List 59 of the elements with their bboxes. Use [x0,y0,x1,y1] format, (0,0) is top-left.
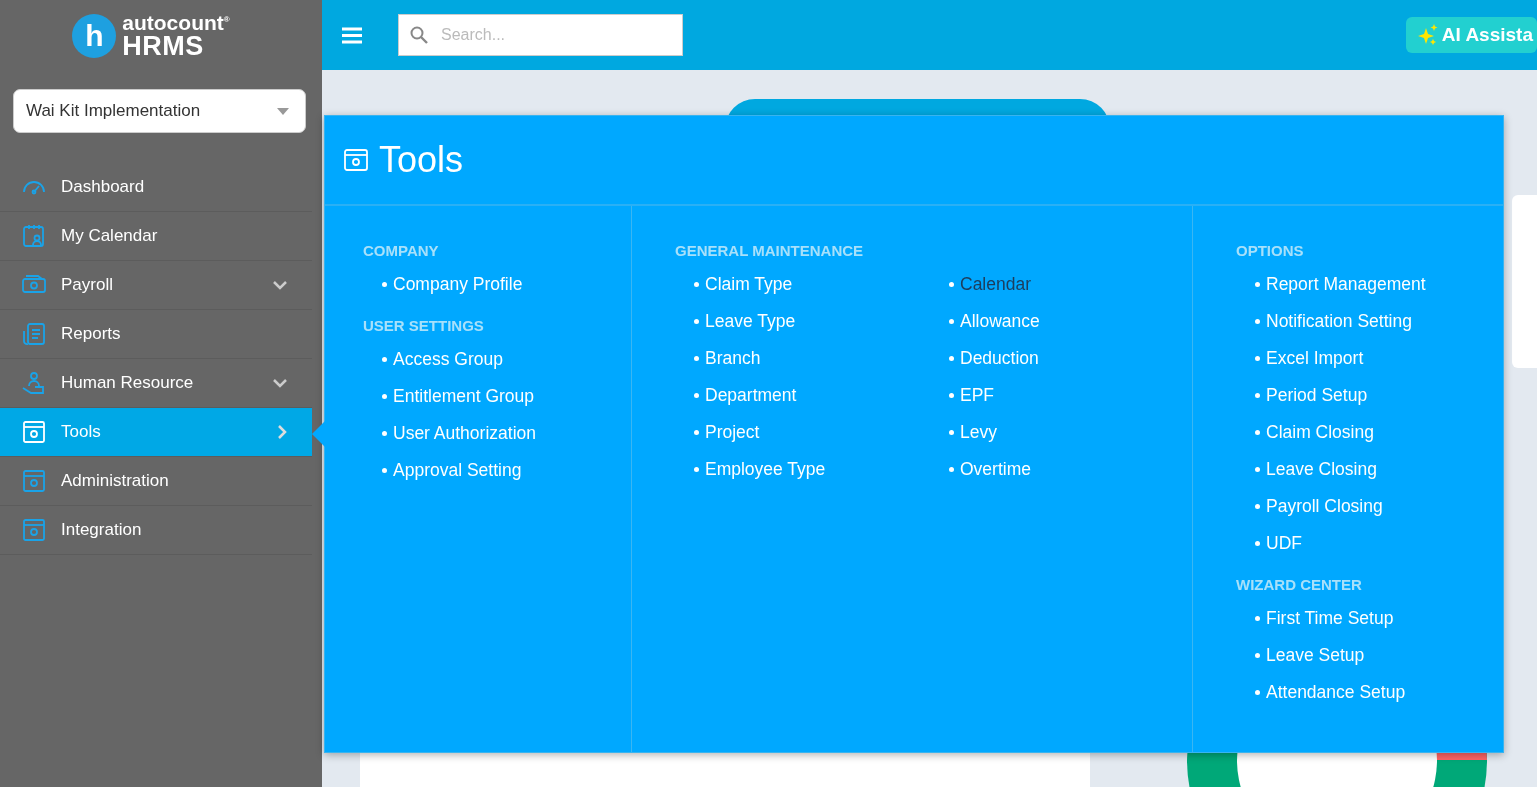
gear-window-icon [21,419,47,445]
document-icon [21,321,47,347]
sidebar-item[interactable]: Administration [0,457,312,506]
menu-link[interactable]: Payroll Closing [1255,495,1503,517]
calendar-icon [21,223,47,249]
menu-link[interactable]: Project [694,421,949,443]
section-heading: COMPANY [363,242,440,259]
registered-mark: ® [223,15,230,24]
menu-link[interactable]: Department [694,384,949,406]
menu-link[interactable]: Period Setup [1255,384,1503,406]
section-heading: GENERAL MAINTENANCE [675,242,865,259]
sparkle-icon [1417,24,1438,46]
gear-window-icon [21,517,47,543]
menu-link[interactable]: Overtime [949,458,1199,480]
sidebar-item[interactable]: Dashboard [0,163,312,212]
menu-link[interactable]: User Authorization [382,422,631,444]
menu-link[interactable]: Calendar [949,273,1199,295]
menu-link[interactable]: Leave Type [694,310,949,332]
gear-window-icon [21,468,47,494]
menu-link[interactable]: Access Group [382,348,631,370]
menu-link[interactable]: Leave Closing [1255,458,1503,480]
menu-link[interactable]: Entitlement Group [382,385,631,407]
menu-icon[interactable] [342,26,362,44]
company-select[interactable]: Wai Kit Implementation [13,89,306,133]
menu-link[interactable]: Allowance [949,310,1199,332]
menu-link[interactable]: Leave Setup [1255,644,1503,666]
menu-title: Tools [379,139,464,181]
menu-link[interactable]: Notification Setting [1255,310,1503,332]
menu-link[interactable]: Report Management [1255,273,1503,295]
menu-link[interactable]: Levy [949,421,1199,443]
sidebar-item[interactable]: My Calendar [0,212,312,261]
menu-link[interactable]: UDF [1255,532,1503,554]
menu-link[interactable]: Claim Type [694,273,949,295]
person-icon [21,370,47,396]
sidebar-item[interactable]: Payroll [0,261,312,310]
menu-link[interactable]: Approval Setting [382,459,631,481]
menu-link[interactable]: First Time Setup [1255,607,1503,629]
menu-link[interactable]: Claim Closing [1255,421,1503,443]
menu-link[interactable]: Employee Type [694,458,949,480]
sidebar-item[interactable]: Tools [0,408,312,457]
brand-name: autocount [122,11,224,34]
sidebar-item[interactable]: Integration [0,506,312,555]
ai-assistant-button[interactable]: AI Assista [1405,17,1537,53]
search-field[interactable]: Search... [398,14,683,56]
section-heading: WIZARD CENTER [1236,576,1363,593]
menu-link[interactable]: Excel Import [1255,347,1503,369]
menu-link[interactable]: EPF [949,384,1199,406]
section-heading: USER SETTINGS [363,317,485,334]
section-heading: OPTIONS [1236,242,1305,259]
menu-link[interactable]: Deduction [949,347,1199,369]
logo-badge: h [72,14,117,58]
search-icon [410,26,428,44]
menu-link[interactable]: Branch [694,347,949,369]
menu-link[interactable]: Company Profile [382,273,631,295]
sidebar-item[interactable]: Reports [0,310,312,359]
dropdown-icon [277,107,289,115]
menu-link[interactable]: Attendance Setup [1255,681,1503,703]
gear-window-icon [343,147,369,173]
product-name: HRMS [122,33,205,60]
